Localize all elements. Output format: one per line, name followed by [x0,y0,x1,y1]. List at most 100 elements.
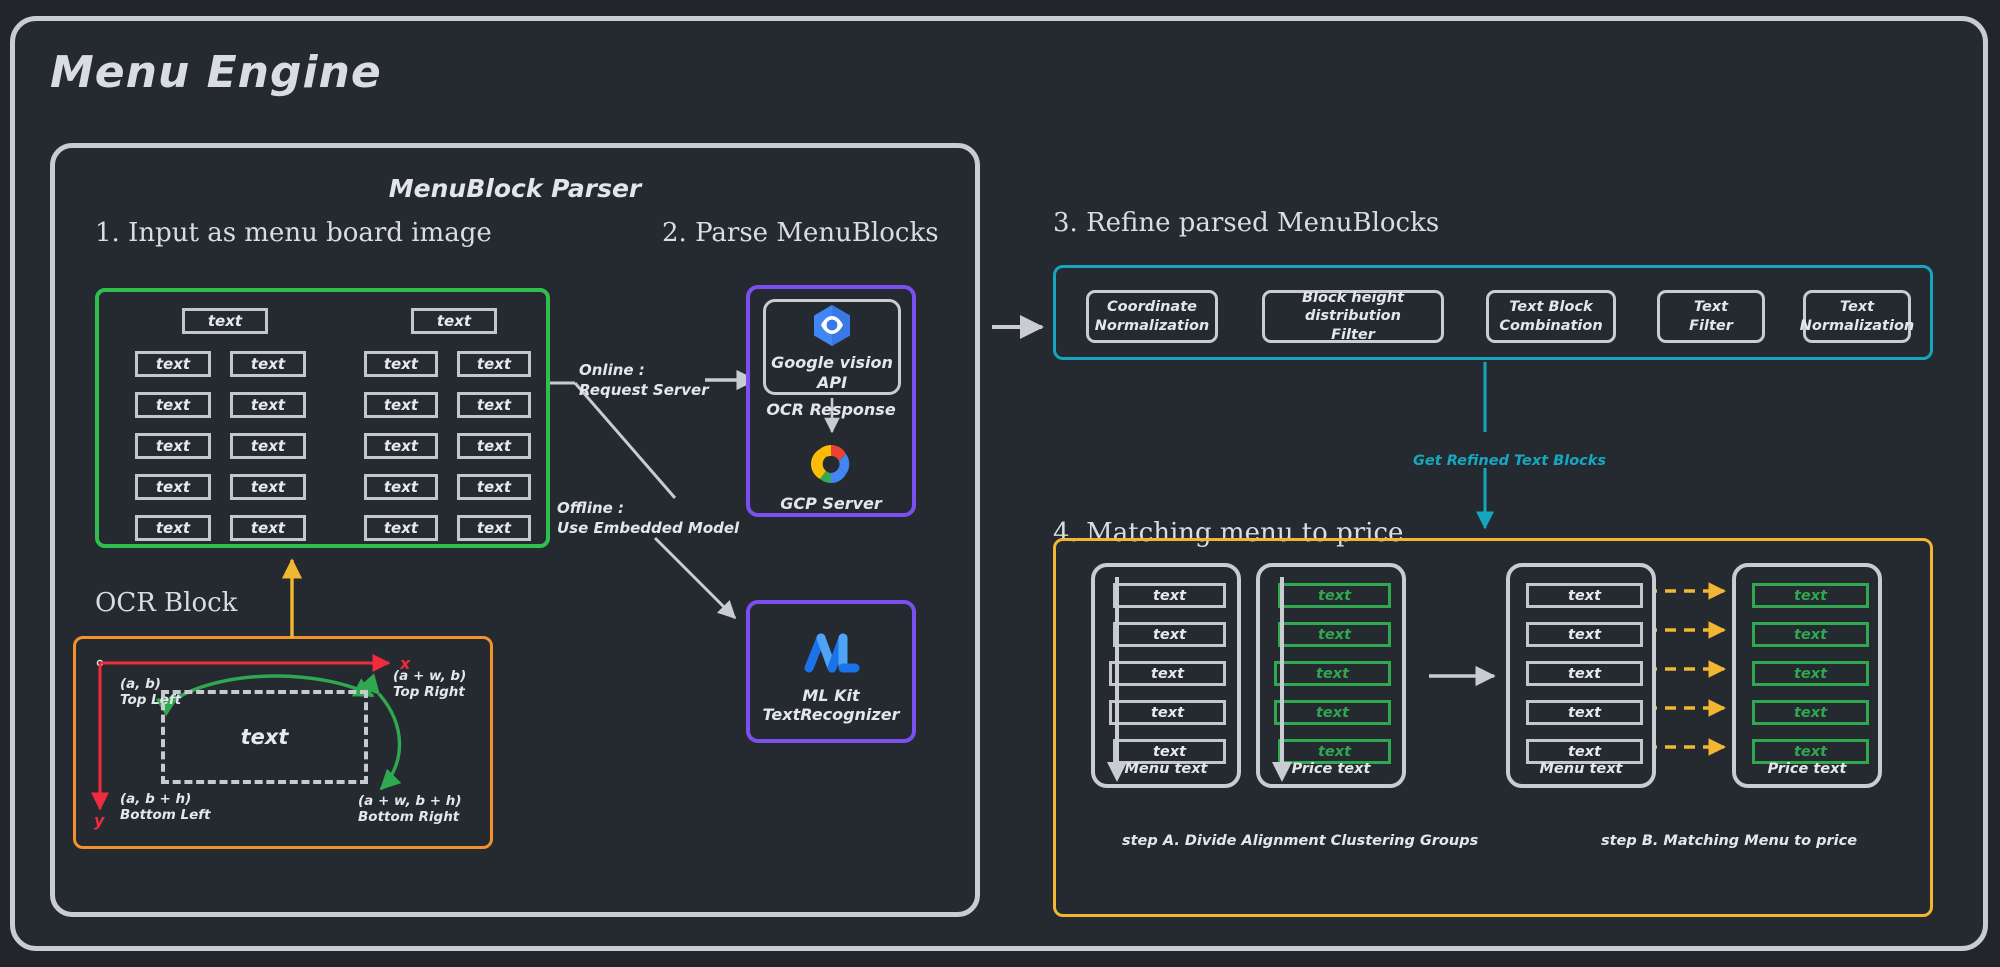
menu-cell: text [1526,583,1643,608]
menu-board-image: text text text text text text text text … [95,288,550,548]
bottom-left-coord-value: (a, b + h) [120,791,192,807]
board-cell: text [364,515,438,541]
menu-cell: text [1109,700,1226,725]
parser-panel-title: MenuBlock Parser [388,174,642,203]
menu-text-caption: Menu text [1124,761,1208,777]
ml-kit-group: ML Kit TextRecognizer [750,626,912,724]
price-cell: text [1274,661,1391,686]
ocr-response-label: OCR Response [766,400,896,419]
bottom-right-coord-value: (a + w, b + h) [358,793,462,809]
board-cell: text [230,433,306,459]
price-cell: text [1278,583,1391,608]
pipeline-step-block-height-filter: Block height distribution Filter [1262,290,1444,343]
diagram-canvas: Menu Engine MenuBlock Parser 1. Input as… [0,0,2000,967]
price-cell: text [1752,661,1869,686]
pipeline-step-label: Block height distribution Filter [1301,290,1405,343]
board-cell: text [135,433,211,459]
price-cell: text [1278,622,1391,647]
board-cell: text [135,392,211,418]
menu-cell: text [1113,583,1226,608]
board-cell: text [230,515,306,541]
bottom-left-coord: (a, b + h) Bottom Left [120,791,211,824]
top-right-coord: (a + w, b) Top Right [393,668,467,701]
pipeline-step-text-filter: Text Filter [1657,290,1765,343]
board-header-cell-left: text [182,308,268,334]
menu-cell: text [1526,700,1643,725]
offline-branch-line1: Offline : [557,499,625,517]
offline-branch-line2: Use Embedded Model [557,518,740,537]
pipeline-step-text-normalization: Text Normalization [1800,290,1914,343]
menu-cell: text [1113,622,1226,647]
board-cell: text [230,351,306,377]
board-cell: text [457,515,531,541]
board-cell: text [364,433,438,459]
menu-cell: text [1109,661,1226,686]
board-cell: text [457,433,531,459]
board-cell: text [230,392,306,418]
online-pipeline-card: Google vision API OCR Response GCP Serve… [746,285,916,517]
top-right-coord-value: (a + w, b) [393,668,467,684]
pipeline-step-text-block-combination: Text Block Combination [1486,290,1616,343]
price-cell: text [1274,700,1391,725]
menu-cell: text [1526,661,1643,686]
ocr-bounding-box-label: text [240,725,289,749]
page-title: Menu Engine [50,47,382,98]
board-cell: text [364,392,438,418]
ocr-bounding-box: text [161,690,368,784]
board-cell: text [230,474,306,500]
online-branch-line2: Request Server [579,380,709,399]
matching-box: text text text text text Menu text text … [1053,538,1933,917]
pipeline-step-label: Coordinate Normalization [1094,299,1210,334]
offline-branch-label: Offline : Use Embedded Model [557,499,739,538]
board-cell: text [135,515,211,541]
menu-cell: text [1526,622,1643,647]
menublock-parser-panel: MenuBlock Parser 1. Input as menu board … [50,143,980,917]
google-vision-api-card: Google vision API [763,299,901,395]
pipeline-step-label: Text Normalization [1799,299,1915,334]
step-a-caption: step A. Divide Alignment Clustering Grou… [1122,833,1479,849]
top-right-coord-name: Top Right [393,683,465,700]
section-1-heading: 1. Input as menu board image [95,218,492,248]
step-a-menu-column: text text text text text Menu text [1091,563,1241,788]
board-cell: text [457,474,531,500]
bottom-right-coord-name: Bottom Right [358,808,460,825]
ml-kit-icon [804,633,860,673]
refine-pipeline-box: Coordinate Normalization Block height dis… [1053,265,1933,360]
ocr-block-heading: OCR Block [95,588,238,618]
menu-text-caption: Menu text [1539,761,1623,777]
board-cell: text [457,392,531,418]
gcp-server-group: GCP Server [750,441,912,513]
online-branch-line1: Online : [579,361,645,379]
step-b-menu-column: text text text text text Menu text [1506,563,1656,788]
section-3-heading: 3. Refine parsed MenuBlocks [1053,208,1440,238]
step-a-price-column: text text text text text Price text [1256,563,1406,788]
online-branch-label: Online : Request Server [579,361,709,400]
price-cell: text [1752,583,1869,608]
bottom-right-coord: (a + w, b + h) Bottom Right [358,793,462,826]
board-cell: text [135,474,211,500]
gcp-server-label: GCP Server [780,494,882,513]
step-b-caption: step B. Matching Menu to price [1601,833,1858,849]
axis-y-label: y [94,811,105,830]
board-cell: text [457,351,531,377]
gcp-server-icon [811,444,850,484]
board-cell: text [364,351,438,377]
pipeline-step-label: Text Filter [1689,299,1733,334]
ml-kit-label: ML Kit TextRecognizer [763,686,900,724]
step-b-price-column: text text text text text Price text [1732,563,1882,788]
ocr-block-box: x y (a, b) Top Left (a + w, b) Top Right… [73,636,493,849]
pipeline-step-label: Text Block Combination [1499,299,1603,334]
pipeline-step-coordinate-normalization: Coordinate Normalization [1086,290,1218,343]
board-cell: text [135,351,211,377]
google-cloud-vision-icon [814,305,850,347]
price-cell: text [1752,622,1869,647]
section-2-heading: 2. Parse MenuBlocks [662,218,939,248]
board-header-cell-right: text [411,308,497,334]
price-cell: text [1752,700,1869,725]
bottom-left-coord-name: Bottom Left [120,806,211,823]
get-refined-text-blocks-label: Get Refined Text Blocks [1413,453,1607,469]
ml-kit-label-line1: ML Kit [802,686,860,705]
price-text-caption: Price text [1767,761,1847,777]
board-cell: text [364,474,438,500]
google-vision-api-label: Google vision API [771,353,893,392]
